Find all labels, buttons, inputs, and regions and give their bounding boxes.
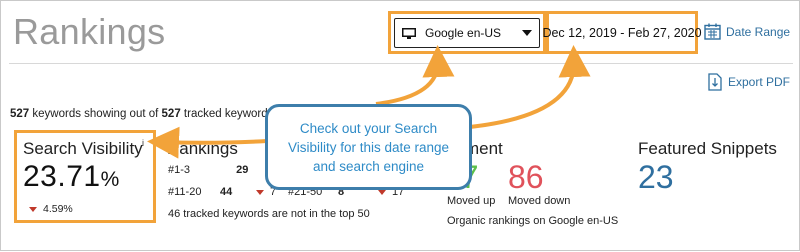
screenshot-frame: Rankings Google en-US Dec 12, 2019 - Feb… [0, 0, 800, 251]
arrow-to-visibility [147, 126, 268, 159]
callout-text: Check out your Search Visibility for thi… [287, 120, 450, 174]
arrow-to-engine [375, 45, 455, 106]
callout-bubble: Check out your Search Visibility for thi… [265, 104, 472, 190]
